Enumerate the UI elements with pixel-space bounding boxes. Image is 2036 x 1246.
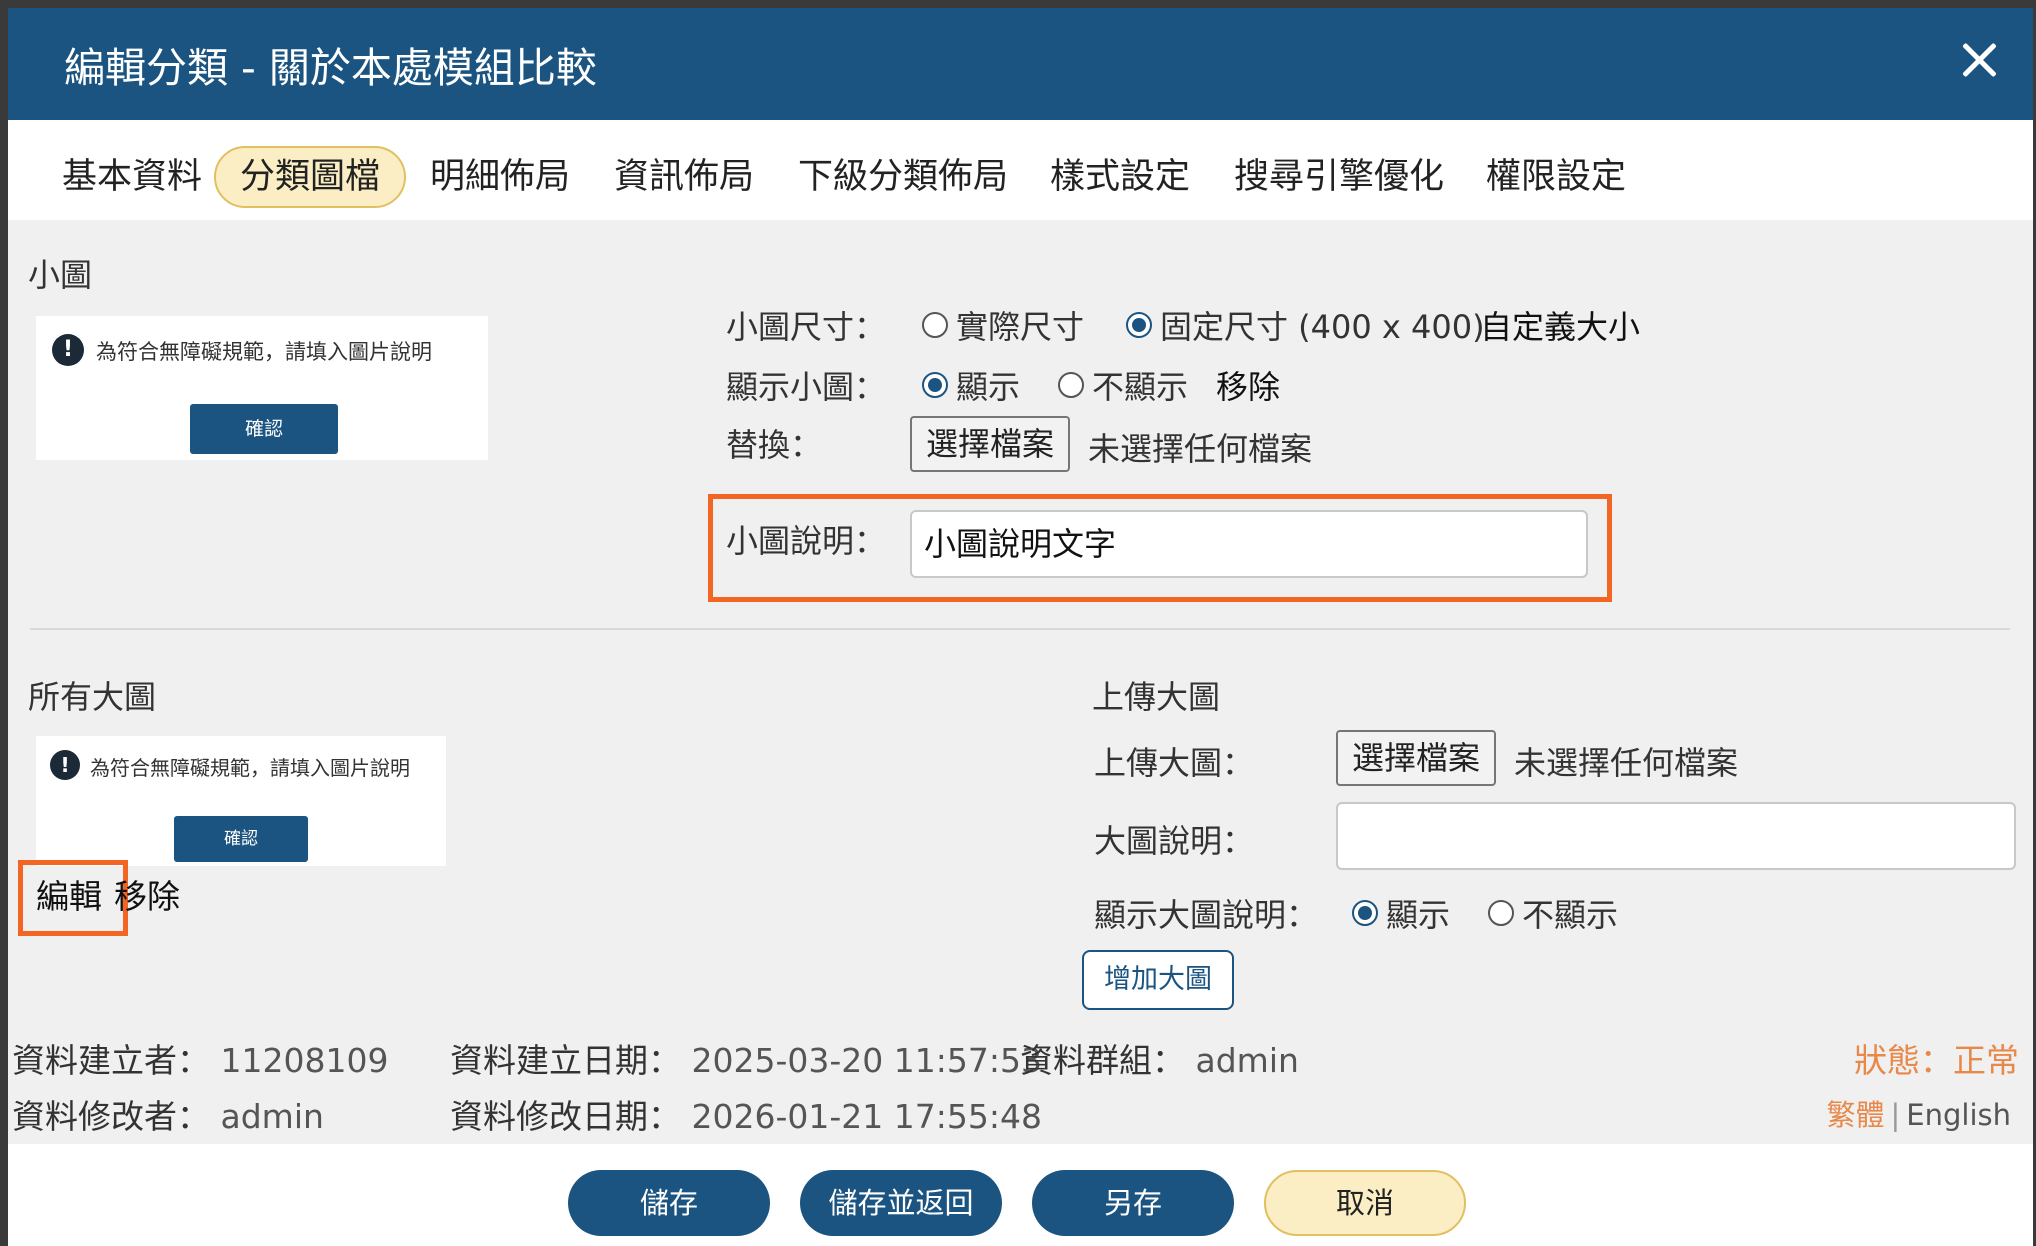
created-date-meta: 資料建立日期： 2025-03-20 11:57:53 <box>450 1034 1042 1082</box>
creator-meta: 資料建立者： 11208109 <box>12 1034 388 1082</box>
lang-separator: | <box>1890 1098 1901 1132</box>
radio-hide-small-image[interactable] <box>1058 372 1084 398</box>
tab-seo[interactable]: 搜尋引擎優化 <box>1210 146 1468 208</box>
radio-actual-size[interactable] <box>922 312 948 338</box>
preview-confirm-button[interactable]: 確認 <box>190 404 338 454</box>
replace-label: 替換： <box>726 426 823 464</box>
large-images-section-title: 所有大圖 <box>28 678 157 716</box>
save-as-button[interactable]: 另存 <box>1032 1170 1234 1236</box>
show-small-image-label: 顯示小圖： <box>726 368 887 406</box>
small-image-size-label: 小圖尺寸： <box>726 308 887 346</box>
created-date-label: 資料建立日期： <box>450 1041 681 1080</box>
alert-text: 為符合無障礙規範，請填入圖片說明 <box>96 340 432 364</box>
section-divider <box>30 628 2010 630</box>
radio-show-small-image[interactable] <box>922 372 948 398</box>
group-label: 資料群組： <box>1020 1041 1185 1080</box>
created-date-value: 2025-03-20 11:57:53 <box>691 1041 1042 1080</box>
modifier-value: admin <box>220 1097 324 1136</box>
alert-icon: ! <box>52 334 84 366</box>
tab-permissions[interactable]: 權限設定 <box>1462 146 1650 208</box>
tab-style-settings[interactable]: 樣式設定 <box>1026 146 1214 208</box>
dialog-header: 編輯分類 - 關於本處模組比較 <box>8 8 2033 120</box>
close-icon[interactable] <box>1955 36 2003 84</box>
group-meta: 資料群組： admin <box>1020 1034 1299 1082</box>
large-caption-input[interactable] <box>1336 802 2016 870</box>
tab-basic-info[interactable]: 基本資料 <box>38 146 226 208</box>
remove-large-image-link[interactable]: 移除 <box>114 870 180 918</box>
choose-large-file-button[interactable]: 選擇檔案 <box>1336 730 1497 786</box>
dialog-footer: 儲存 儲存並返回 另存 取消 <box>8 1144 2033 1246</box>
tab-subcategory-layout[interactable]: 下級分類佈局 <box>774 146 1032 208</box>
custom-size-link[interactable]: 自定義大小 <box>1480 302 1640 348</box>
dialog-title: 編輯分類 - 關於本處模組比較 <box>64 44 597 92</box>
choose-file-button[interactable]: 選擇檔案 <box>910 416 1071 472</box>
edit-category-dialog: 編輯分類 - 關於本處模組比較 基本資料 分類圖檔 明細佈局 資訊佈局 下級分類… <box>8 8 2033 1246</box>
tab-bar: 基本資料 分類圖檔 明細佈局 資訊佈局 下級分類佈局 樣式設定 搜尋引擎優化 權… <box>8 120 2033 220</box>
lang-en-link[interactable]: English <box>1906 1098 2011 1132</box>
lang-zh-link[interactable]: 繁體 <box>1826 1098 1884 1132</box>
tab-category-images[interactable]: 分類圖檔 <box>214 146 407 208</box>
tab-detail-layout[interactable]: 明細佈局 <box>406 146 594 208</box>
modified-date-value: 2026-01-21 17:55:48 <box>691 1097 1042 1136</box>
modified-date-meta: 資料修改日期： 2026-01-21 17:55:48 <box>450 1090 1042 1138</box>
alert-icon: ! <box>50 750 80 780</box>
radio-actual-size-label: 實際尺寸 <box>956 308 1085 346</box>
small-image-section-title: 小圖 <box>28 256 93 294</box>
creator-value: 11208109 <box>220 1041 389 1080</box>
radio-hide-large-caption-label: 不顯示 <box>1522 896 1619 934</box>
upload-large-label: 上傳大圖： <box>1094 744 1255 782</box>
file-status-text: 未選擇任何檔案 <box>1088 430 1313 468</box>
large-caption-label: 大圖說明： <box>1094 822 1255 860</box>
preview-confirm-button[interactable]: 確認 <box>174 816 308 862</box>
large-file-status-text: 未選擇任何檔案 <box>1514 744 1739 782</box>
content-area: 小圖 ! 為符合無障礙規範，請填入圖片說明 確認 小圖尺寸： 實際尺寸 固定尺寸… <box>8 220 2033 1144</box>
add-large-image-button[interactable]: 增加大圖 <box>1082 950 1234 1010</box>
remove-small-image-link[interactable]: 移除 <box>1216 362 1280 408</box>
radio-show-small-image-label: 顯示 <box>956 368 1021 406</box>
small-image-caption-label: 小圖說明： <box>726 522 887 560</box>
alert-text: 為符合無障礙規範，請填入圖片說明 <box>90 756 410 780</box>
radio-show-large-caption-label: 顯示 <box>1386 896 1451 934</box>
cancel-button[interactable]: 取消 <box>1264 1170 1466 1236</box>
radio-fixed-size[interactable] <box>1126 312 1152 338</box>
radio-fixed-size-label: 固定尺寸 (400 x 400) <box>1160 308 1485 346</box>
group-value: admin <box>1195 1041 1299 1080</box>
show-large-caption-label: 顯示大圖說明： <box>1094 896 1319 934</box>
language-switcher: 繁體 | English <box>1826 1092 2011 1134</box>
radio-hide-small-image-label: 不顯示 <box>1092 368 1189 406</box>
modifier-meta: 資料修改者： admin <box>12 1090 324 1138</box>
small-image-caption-input[interactable]: 小圖說明文字 <box>910 510 1588 578</box>
radio-hide-large-caption[interactable] <box>1488 900 1514 926</box>
tab-info-layout[interactable]: 資訊佈局 <box>590 146 778 208</box>
status-text: 狀態：正常 <box>1854 1041 2019 1080</box>
save-button[interactable]: 儲存 <box>568 1170 770 1236</box>
modifier-label: 資料修改者： <box>12 1097 210 1136</box>
modified-date-label: 資料修改日期： <box>450 1097 681 1136</box>
creator-label: 資料建立者： <box>12 1041 210 1080</box>
edit-large-image-link[interactable]: 編輯 <box>36 870 102 918</box>
save-and-return-button[interactable]: 儲存並返回 <box>800 1170 1002 1236</box>
small-image-preview: ! 為符合無障礙規範，請填入圖片說明 確認 <box>36 316 488 460</box>
large-image-preview: ! 為符合無障礙規範，請填入圖片說明 確認 <box>36 736 446 866</box>
upload-large-section-title: 上傳大圖 <box>1092 678 1221 716</box>
radio-show-large-caption[interactable] <box>1352 900 1378 926</box>
